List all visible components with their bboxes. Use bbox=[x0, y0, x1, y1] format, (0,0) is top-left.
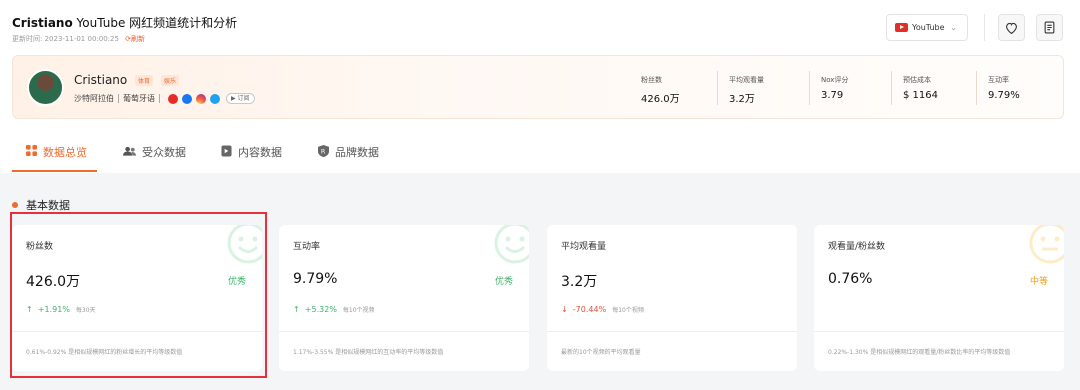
stat-divider bbox=[717, 71, 718, 105]
svg-text:R: R bbox=[321, 147, 326, 155]
users-icon bbox=[123, 146, 136, 159]
update-time: 更新时间: 2023-11-01 00:00:25 bbox=[12, 35, 119, 43]
category-tag[interactable]: 娱乐 bbox=[161, 75, 180, 86]
rating-badge: 优秀 bbox=[494, 277, 513, 287]
heart-icon bbox=[1006, 22, 1017, 34]
header-divider bbox=[984, 14, 985, 41]
metric-card-views-ratio: 观看量/粉丝数 0.76% 中等 0.22%-1.30% 是相似规模网红的观看量… bbox=[814, 225, 1064, 371]
stat-divider bbox=[976, 71, 977, 105]
arrow-down-icon: ↓ bbox=[561, 305, 573, 314]
content-icon bbox=[221, 145, 232, 160]
grid-icon bbox=[26, 145, 37, 159]
smile-face-icon bbox=[494, 225, 529, 264]
meta-divider bbox=[118, 94, 119, 103]
card-note: 最新的10个视频的平均观看量 bbox=[561, 349, 641, 356]
tab-label: 品牌数据 bbox=[335, 146, 379, 159]
report-button[interactable] bbox=[1036, 14, 1063, 41]
profile-card: Cristiano 体育 娱乐 沙特阿拉伯 葡萄牙语 ▶ 订阅 粉丝数 426.… bbox=[12, 55, 1064, 119]
card-note: 0.22%-1.30% 是相似规模网红的观看量/粉丝数比率的平均等级数值 bbox=[828, 349, 1011, 356]
change-row: ↑ +5.32% 每10个视频 bbox=[293, 305, 375, 314]
tab-label: 受众数据 bbox=[142, 146, 186, 159]
stat-est-cost: 预估成本 $ 1164 bbox=[903, 75, 938, 101]
card-label: 互动率 bbox=[293, 242, 321, 252]
platform-select-value: YouTube bbox=[912, 23, 945, 32]
youtube-icon[interactable] bbox=[168, 93, 178, 104]
twitter-icon[interactable] bbox=[210, 93, 220, 104]
refresh-link[interactable]: ⟳刷新 bbox=[125, 35, 145, 43]
stat-value: $ 1164 bbox=[903, 90, 938, 101]
tab-audience[interactable]: 受众数据 bbox=[123, 144, 186, 160]
card-label: 观看量/粉丝数 bbox=[828, 242, 886, 252]
card-note: 1.17%-3.55% 是相似规模网红的互动率的平均等级数值 bbox=[293, 349, 444, 356]
title-text: YouTube 网红频道统计和分析 bbox=[72, 16, 238, 30]
page-header: Cristiano YouTube 网红频道统计和分析 更新时间: 2023-1… bbox=[0, 0, 1080, 50]
update-time-line: 更新时间: 2023-11-01 00:00:25 ⟳刷新 bbox=[12, 34, 237, 44]
stat-engagement: 互动率 9.79% bbox=[988, 75, 1020, 101]
card-divider bbox=[547, 331, 797, 332]
change-period: 每10个视频 bbox=[612, 307, 644, 314]
tab-bar: 数据总览 受众数据 内容数据 R 品牌数据 bbox=[0, 130, 1080, 173]
profile-meta: 沙特阿拉伯 葡萄牙语 ▶ 订阅 bbox=[74, 93, 255, 104]
stat-divider bbox=[891, 71, 892, 105]
stat-value: 9.79% bbox=[988, 90, 1020, 101]
tab-label: 内容数据 bbox=[238, 146, 282, 159]
stat-label: 预估成本 bbox=[903, 76, 931, 84]
highlight-box bbox=[10, 212, 267, 378]
title-block: Cristiano YouTube 网红频道统计和分析 更新时间: 2023-1… bbox=[12, 14, 237, 44]
arrow-up-icon: ↑ bbox=[293, 305, 305, 314]
metric-card-engagement: 互动率 9.79% 优秀 ↑ +5.32% 每10个视频 1.17%-3.55%… bbox=[279, 225, 529, 371]
avatar bbox=[27, 69, 64, 106]
card-value: 3.2万 bbox=[561, 274, 598, 290]
stat-label: Nox评分 bbox=[821, 76, 849, 84]
stat-label: 互动率 bbox=[988, 76, 1009, 84]
stat-label: 粉丝数 bbox=[641, 76, 662, 84]
subscribe-label: 订阅 bbox=[237, 95, 250, 102]
tab-label: 数据总览 bbox=[43, 146, 87, 159]
favorite-button[interactable] bbox=[998, 14, 1025, 41]
stat-nox-score: Nox评分 3.79 bbox=[821, 75, 848, 101]
change-period: 每10个视频 bbox=[342, 307, 375, 314]
section-title: 基本数据 bbox=[12, 197, 70, 213]
brand-icon: R bbox=[318, 144, 329, 160]
tab-brand[interactable]: R 品牌数据 bbox=[318, 144, 379, 160]
facebook-icon[interactable] bbox=[182, 93, 192, 104]
stat-label: 平均观看量 bbox=[729, 76, 764, 84]
rating-badge: 中等 bbox=[1029, 277, 1048, 287]
card-label: 平均观看量 bbox=[561, 242, 607, 252]
change-value: -70.44% bbox=[572, 305, 607, 314]
card-divider bbox=[814, 331, 1064, 332]
stat-value: 426.0万 bbox=[641, 94, 680, 105]
platform-select[interactable]: YouTube ⌄ bbox=[886, 14, 968, 41]
channel-name: Cristiano bbox=[12, 16, 73, 30]
youtube-logo-icon bbox=[895, 23, 908, 32]
language: 葡萄牙语 bbox=[123, 94, 155, 103]
meta-divider bbox=[159, 94, 160, 103]
active-tab-indicator bbox=[12, 170, 97, 172]
document-icon bbox=[1044, 21, 1055, 34]
stat-followers: 粉丝数 426.0万 bbox=[641, 75, 680, 105]
change-value: +5.32% bbox=[304, 305, 337, 314]
category-tag[interactable]: 体育 bbox=[135, 75, 154, 86]
card-divider bbox=[279, 331, 529, 332]
refresh-label: 刷新 bbox=[131, 35, 146, 43]
stat-divider bbox=[809, 71, 810, 105]
instagram-icon[interactable] bbox=[196, 93, 206, 104]
profile-name: Cristiano bbox=[74, 73, 128, 87]
card-value: 9.79% bbox=[293, 271, 338, 287]
stat-value: 3.79 bbox=[821, 90, 844, 101]
stat-value: 3.2万 bbox=[729, 94, 755, 105]
tab-overview[interactable]: 数据总览 bbox=[26, 144, 87, 160]
card-value: 0.76% bbox=[828, 271, 873, 287]
neutral-face-icon bbox=[1029, 225, 1064, 264]
chevron-down-icon: ⌄ bbox=[950, 23, 957, 32]
metric-card-avg-views: 平均观看量 3.2万 ↓ -70.44% 每10个视频 最新的10个视频的平均观… bbox=[547, 225, 797, 371]
tab-content[interactable]: 内容数据 bbox=[221, 144, 282, 160]
country: 沙特阿拉伯 bbox=[74, 94, 114, 103]
section-title-text: 基本数据 bbox=[26, 199, 70, 212]
section-dot bbox=[12, 202, 18, 208]
change-row: ↓ -70.44% 每10个视频 bbox=[561, 305, 644, 314]
subscribe-button[interactable]: ▶ 订阅 bbox=[226, 93, 255, 104]
stat-avg-views: 平均观看量 3.2万 bbox=[729, 75, 764, 105]
page-title: Cristiano YouTube 网红频道统计和分析 bbox=[12, 14, 237, 31]
